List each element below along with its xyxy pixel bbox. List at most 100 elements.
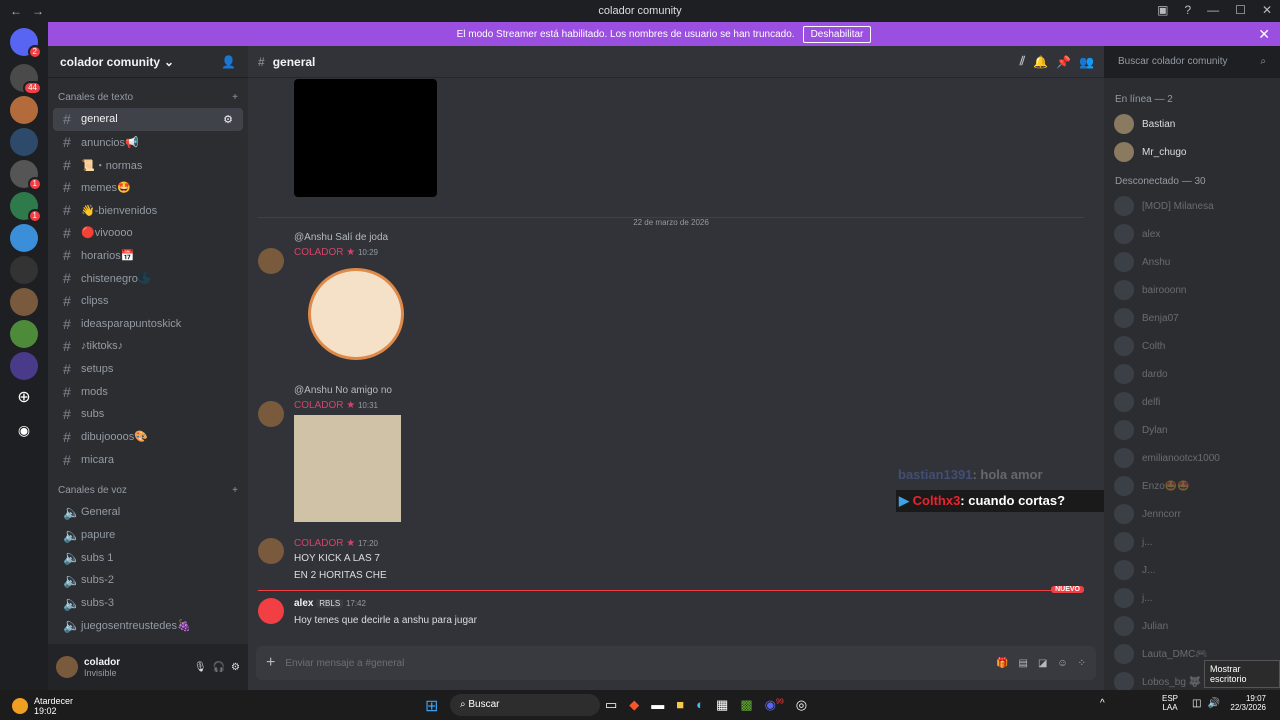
steam-icon[interactable]: ◎ <box>796 697 807 713</box>
member-item[interactable]: Colth <box>1104 332 1280 360</box>
channel-item[interactable]: # subs <box>53 403 243 426</box>
emoji-icon[interactable]: ☺ <box>1057 658 1067 669</box>
task-view-icon[interactable]: ▭ <box>605 697 617 713</box>
member-item[interactable]: Anshu <box>1104 248 1280 276</box>
start-icon[interactable]: ⊞ <box>425 696 438 716</box>
channel-item[interactable]: # mods <box>53 380 243 403</box>
channel-item[interactable]: # chistenegro🌑 <box>53 267 243 290</box>
gif-icon[interactable]: ▤ <box>1018 658 1027 669</box>
avatar[interactable] <box>258 401 284 427</box>
minimize-icon[interactable]: — <box>1207 3 1219 17</box>
voice-channel-item[interactable]: 🔈 subs 1 <box>53 546 243 569</box>
reply-preview[interactable]: @Anshu No amigo no <box>258 385 1078 396</box>
message-input[interactable]: + Enviar mensaje a #general 🎁 ▤ ◪ ☺ ⁘ <box>256 646 1096 680</box>
server-icon[interactable]: 44 <box>10 64 42 95</box>
gift-icon[interactable]: 🎁 <box>996 658 1008 669</box>
channel-item[interactable]: # ideasparapuntoskick <box>53 312 243 335</box>
maximize-icon[interactable]: ☐ <box>1235 3 1246 17</box>
member-item[interactable]: J... <box>1104 556 1280 584</box>
voice-channel-item[interactable]: 🔈 juegosentreustedes🍇 <box>53 614 243 637</box>
member-item[interactable]: Mr_chugo <box>1104 138 1280 166</box>
member-item[interactable]: Bastian <box>1104 110 1280 138</box>
avatar[interactable] <box>258 598 284 624</box>
member-item[interactable]: Julian <box>1104 612 1280 640</box>
avatar[interactable] <box>258 538 284 564</box>
tray-chevron-icon[interactable]: ^ <box>1100 698 1105 709</box>
member-item[interactable]: emilianootcx1000 <box>1104 444 1280 472</box>
settings-gear-icon[interactable]: ⚙ <box>231 662 240 673</box>
edge-icon[interactable]: ◐ <box>696 697 704 713</box>
discover-icon[interactable]: ◉ <box>10 416 38 444</box>
invite-icon[interactable]: 👤 <box>221 55 236 69</box>
voice-channel-item[interactable]: 🔈 subs-3 <box>53 592 243 615</box>
member-item[interactable]: alex <box>1104 220 1280 248</box>
add-channel-icon[interactable]: + <box>232 92 238 103</box>
minecraft-icon[interactable]: ▩ <box>740 697 752 713</box>
clock[interactable]: 19:07 22/3/2026 <box>1230 694 1266 712</box>
brave-icon[interactable]: ◆ <box>629 697 639 713</box>
server-icon[interactable] <box>10 224 38 252</box>
member-item[interactable]: delfi <box>1104 388 1280 416</box>
members-icon[interactable]: 👥 <box>1079 55 1094 69</box>
reply-preview[interactable]: @Anshu Salí de joda <box>258 232 1078 243</box>
voice-channel-item[interactable]: 🔈 papure <box>53 524 243 547</box>
server-icon[interactable] <box>10 256 38 284</box>
close-icon[interactable]: ✕ <box>1262 3 1272 17</box>
apps-icon[interactable]: ⁘ <box>1078 658 1086 669</box>
help-icon[interactable]: ? <box>1184 3 1191 17</box>
server-icon[interactable] <box>10 128 38 156</box>
image-attachment[interactable] <box>294 79 437 197</box>
channel-item[interactable]: # 👋-bienvenidos <box>53 199 243 222</box>
channel-item[interactable]: # clipss <box>53 290 243 313</box>
home-button[interactable]: 2 <box>10 28 42 59</box>
member-item[interactable]: j... <box>1104 528 1280 556</box>
add-server-icon[interactable]: ⊕ <box>10 384 38 412</box>
pin-icon[interactable]: 📌 <box>1056 55 1071 69</box>
mic-icon[interactable]: 🎙 <box>194 662 207 673</box>
author-name[interactable]: alex <box>294 598 313 609</box>
voice-channel-item[interactable]: 🔈 General <box>53 501 243 524</box>
headphones-icon[interactable]: 🎧 <box>213 662 225 673</box>
member-item[interactable]: Dylan <box>1104 416 1280 444</box>
server-icon[interactable] <box>10 320 38 348</box>
server-icon[interactable] <box>10 96 38 124</box>
avatar[interactable] <box>56 656 78 678</box>
bell-icon[interactable]: 🔔 <box>1033 55 1048 69</box>
channel-item[interactable]: # setups <box>53 358 243 381</box>
sticker-image[interactable] <box>308 268 404 360</box>
add-attachment-icon[interactable]: + <box>266 654 275 672</box>
avatar[interactable] <box>258 248 284 274</box>
search-input[interactable]: Buscar colador comunity ⌕ <box>1112 52 1272 72</box>
threads-icon[interactable]: ⫽ <box>1020 54 1025 69</box>
language-indicator[interactable]: ESP LAA <box>1162 694 1178 712</box>
banner-close-icon[interactable]: ✕ <box>1258 26 1270 43</box>
author-name[interactable]: COLADOR ★ <box>294 538 355 549</box>
channel-item[interactable]: # general ⚙ <box>53 108 243 131</box>
disable-button[interactable]: Deshabilitar <box>802 25 872 43</box>
author-name[interactable]: COLADOR ★ <box>294 247 355 258</box>
member-item[interactable]: bairooonn <box>1104 276 1280 304</box>
image-attachment[interactable] <box>294 415 401 522</box>
add-channel-icon[interactable]: + <box>232 485 238 496</box>
server-icon[interactable]: 1 <box>10 192 42 223</box>
author-name[interactable]: COLADOR ★ <box>294 400 355 411</box>
channel-item[interactable]: # ♪tiktoks♪ <box>53 335 243 358</box>
member-item[interactable]: j... <box>1104 584 1280 612</box>
volume-icon[interactable]: 🔊 <box>1207 698 1219 709</box>
member-item[interactable]: dardo <box>1104 360 1280 388</box>
folder-icon[interactable]: ■ <box>676 697 684 713</box>
voice-channel-item[interactable]: 🔈 subs-2 <box>53 569 243 592</box>
category-voice[interactable]: Canales de voz + <box>48 479 248 501</box>
channel-settings-icon[interactable]: ⚙ <box>223 113 233 126</box>
member-item[interactable]: Enzo🤩🤩 <box>1104 472 1280 500</box>
channel-item[interactable]: # memes🤩 <box>53 176 243 199</box>
discord-icon[interactable]: ◉99 <box>765 697 784 713</box>
wifi-icon[interactable]: ◫ <box>1192 698 1201 709</box>
server-icon[interactable] <box>10 352 38 380</box>
guild-header[interactable]: colador comunity ⌄ 👤 <box>48 46 248 78</box>
taskbar-search[interactable]: ⌕ Buscar <box>450 694 600 716</box>
server-icon-active[interactable] <box>10 288 38 316</box>
store-icon[interactable]: ▦ <box>716 697 728 713</box>
server-icon[interactable]: 1 <box>10 160 42 191</box>
member-item[interactable]: Jenncorr <box>1104 500 1280 528</box>
